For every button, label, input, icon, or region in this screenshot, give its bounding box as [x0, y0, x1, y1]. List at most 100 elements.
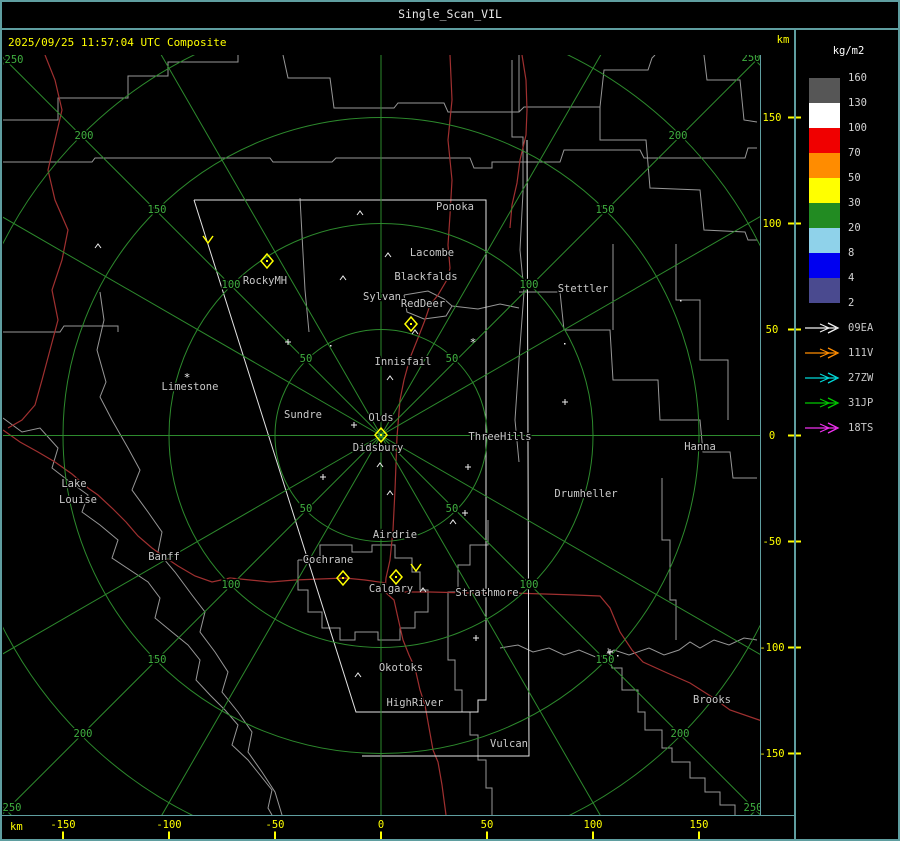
- highway-road: [7, 55, 69, 429]
- legend-swatch: [809, 178, 840, 203]
- titlebar-separator: [0, 28, 900, 30]
- county-boundary: [3, 55, 239, 121]
- city-label-cochrane: Cochrane: [303, 554, 354, 566]
- city-label-brooks: Brooks: [693, 694, 731, 706]
- legend-scale-value: 160: [848, 72, 867, 84]
- ring-distance-label: 150: [148, 204, 167, 216]
- right-axis-tick-label: 0: [768, 429, 776, 442]
- city-label-strathmore: Strathmore: [455, 587, 518, 599]
- caret-marker-icon: [384, 252, 392, 258]
- legend-swatch: [809, 253, 840, 278]
- county-boundary: [3, 325, 119, 333]
- ring-distance-label: 200: [74, 728, 93, 740]
- caret-marker-icon: [449, 519, 457, 525]
- legend-scale-value: 70: [848, 147, 861, 159]
- city-label-stettler: Stettler: [558, 283, 609, 295]
- radial-line-300: [3, 216, 382, 436]
- bottom-axis-tick-label: 100: [583, 819, 603, 831]
- map-bottom-border: [0, 815, 796, 816]
- ring-distance-label: 50: [446, 353, 459, 365]
- dot-marker: [617, 655, 619, 657]
- radial-line-315: [3, 56, 382, 436]
- radar-arrow-legend: [805, 322, 840, 434]
- dot-marker: [680, 300, 682, 302]
- city-label-lacombe: Lacombe: [410, 247, 454, 259]
- ring-distance-label: 50: [446, 503, 459, 515]
- right-axis-tick-label: -100: [759, 641, 785, 654]
- bottom-axis-tick-label: -100: [156, 819, 182, 831]
- legend-scale-value: 4: [848, 272, 855, 284]
- ring-distance-label: 150: [148, 654, 167, 666]
- plus-marker-icon: [465, 464, 471, 470]
- plus-marker-icon: [351, 422, 357, 428]
- range-ring-250km: [3, 55, 760, 815]
- dot-marker: [330, 345, 332, 347]
- radar-id-label: 18TS: [848, 422, 874, 434]
- ring-distance-label: 100: [222, 579, 241, 591]
- legend-scale-value: 20: [848, 222, 861, 234]
- bottom-axis-tick-label: 150: [689, 819, 709, 831]
- legend-swatch: [809, 228, 840, 253]
- city-label-airdrie: Airdrie: [373, 529, 417, 541]
- legend-swatch: [809, 103, 840, 128]
- legend-scale-value: 30: [848, 197, 861, 209]
- ring-distance-label: 150: [596, 654, 615, 666]
- ring-distance-label: 100: [520, 279, 539, 291]
- city-label-ponoka: Ponoka: [436, 201, 474, 213]
- legend-swatch: [809, 128, 840, 153]
- ring-distance-label: 200: [671, 728, 690, 740]
- ring-distance-label: 150: [596, 204, 615, 216]
- right-axis-tick-label: 100: [762, 217, 782, 230]
- city-label-blackfalds: Blackfalds: [394, 271, 457, 283]
- city-label-lake: Lake: [61, 478, 86, 490]
- right-axis-tick-label: 50: [765, 323, 779, 336]
- county-boundary: [599, 107, 757, 241]
- caret-marker-icon: [386, 375, 394, 381]
- county-boundary: [675, 244, 729, 420]
- city-label-okotoks: Okotoks: [379, 662, 423, 674]
- plus-marker-icon: [462, 510, 468, 516]
- legend-panel-separator: [794, 28, 796, 841]
- city-label-sundre: Sundre: [284, 409, 322, 421]
- ring-distance-label: 100: [520, 579, 539, 591]
- caret-marker-icon: [356, 210, 364, 216]
- radar-id-label: 31JP: [848, 397, 874, 409]
- radial-line-330: [160, 55, 382, 436]
- caret-marker-icon: [411, 329, 419, 335]
- legend-scale-value: 2: [848, 297, 855, 309]
- motion-vector-arrow-icon: [202, 235, 214, 245]
- bottom-axis-tick-label: 0: [377, 819, 385, 831]
- radar-site-dot: [342, 577, 344, 579]
- city-label-highriver: HighRiver: [387, 697, 444, 709]
- caret-marker-icon: [376, 462, 384, 468]
- ring-distance-label: 250: [742, 52, 761, 64]
- county-boundary: [299, 197, 310, 333]
- radial-line-150: [380, 435, 601, 815]
- city-label-didsbury: Didsbury: [353, 442, 404, 454]
- legend-scale-value: 130: [848, 97, 867, 109]
- plus-marker-icon: [320, 474, 326, 480]
- caret-marker-icon: [339, 275, 347, 281]
- radar-site-dot: [266, 260, 268, 262]
- city-label-innisfail: Innisfail: [375, 356, 432, 368]
- ring-distance-label: 250: [5, 54, 24, 66]
- radial-line-210: [161, 435, 382, 815]
- radar-application-window: Single_Scan_VIL 2025/09/25 11:57:04 UTC …: [0, 0, 900, 841]
- city-label-reddeer: RedDeer: [401, 298, 445, 310]
- city-label-sylvan: Sylvan: [363, 291, 401, 303]
- county-boundary: [447, 520, 493, 815]
- star-marker-icon: *: [184, 371, 191, 384]
- window-border-left: [0, 0, 2, 841]
- legend-swatch: [809, 153, 840, 178]
- legend-scale-value: 50: [848, 172, 861, 184]
- city-label-olds: Olds: [368, 412, 393, 424]
- legend-swatch: [809, 203, 840, 228]
- radar-map[interactable]: 50 5050 50100 100100 100150 150150 150200 20020…: [0, 0, 900, 841]
- radar-site-dot: [395, 576, 397, 578]
- city-label-calgary: Calgary: [369, 583, 413, 595]
- ring-distance-label: 250: [3, 802, 22, 814]
- legend-swatch: [809, 278, 840, 303]
- bottom-axis-tick-label: 50: [480, 819, 494, 831]
- city-label-rockymh: RockyMH: [243, 275, 287, 287]
- plus-marker-icon: [562, 399, 568, 405]
